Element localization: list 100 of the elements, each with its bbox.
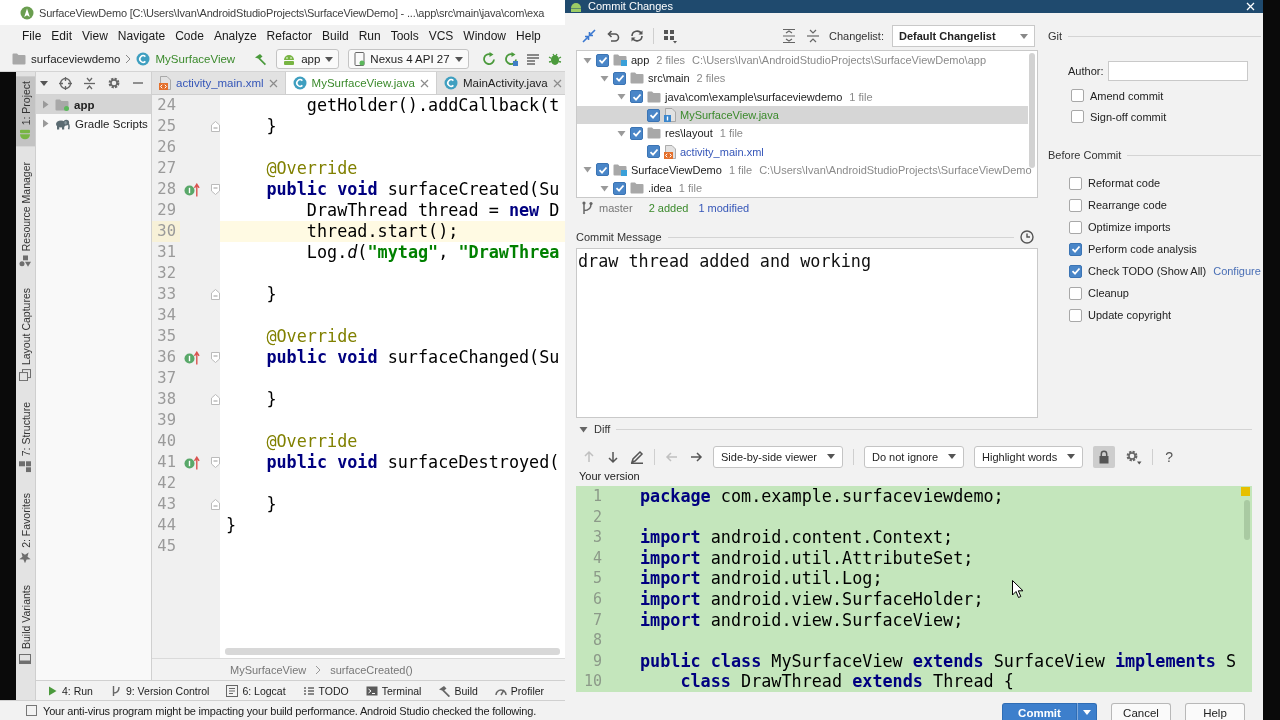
tree-item[interactable]: app: [36, 95, 151, 114]
breadcrumb[interactable]: MySurfaceView: [230, 663, 307, 676]
menu-item[interactable]: Navigate: [117, 29, 166, 43]
tool-window-tab[interactable]: 1: Project: [16, 76, 35, 147]
bug-icon[interactable]: [547, 52, 562, 66]
highlight-dropdown[interactable]: Highlight words: [974, 445, 1084, 468]
menu-item[interactable]: Edit: [51, 29, 73, 43]
tool-window-tab[interactable]: TODO: [302, 684, 349, 697]
circle-arrow-icon[interactable]: [184, 182, 200, 197]
option-label[interactable]: Perform code analysis: [1088, 243, 1197, 255]
circular-arrow-icon[interactable]: [503, 52, 518, 66]
option-label[interactable]: Optimize imports: [1088, 221, 1171, 233]
tool-window-tab[interactable]: 9: Version Control: [109, 684, 210, 697]
checkbox[interactable]: [1069, 242, 1082, 256]
editor-tab[interactable]: MySurfaceView.java: [285, 72, 437, 94]
commit-button[interactable]: Commit: [1002, 703, 1077, 720]
triangle-icon[interactable]: [579, 424, 588, 434]
circle-arrow-icon[interactable]: [184, 350, 200, 365]
lock-button[interactable]: [1093, 445, 1116, 468]
collapse-icon[interactable]: [83, 76, 96, 90]
fold-marker-icon[interactable]: [211, 121, 220, 132]
menu-item[interactable]: Analyze: [213, 29, 257, 43]
option-label[interactable]: Reformat code: [1088, 177, 1161, 189]
undo-icon[interactable]: [605, 28, 621, 44]
down-arrow-icon[interactable]: [606, 449, 620, 464]
commit-message-field[interactable]: draw thread added and working: [576, 248, 1038, 418]
caret-icon[interactable]: [40, 80, 48, 86]
section-label[interactable]: Diff: [594, 423, 611, 435]
tree-item[interactable]: app 2 files C:\Users\Ivan\AndroidStudioProjects\SurfaceViewDemo\app: [577, 51, 1028, 70]
checkbox[interactable]: [1069, 308, 1082, 322]
checkbox[interactable]: [596, 53, 609, 67]
scrollbar-thumb[interactable]: [1029, 53, 1035, 168]
checkbox[interactable]: [613, 181, 626, 195]
tool-window-tab[interactable]: Build: [438, 684, 478, 697]
checkbox[interactable]: [630, 90, 643, 104]
menu-item[interactable]: Build: [321, 29, 349, 43]
tool-window-tab[interactable]: Build Variants: [16, 579, 35, 670]
expand-all-icon[interactable]: [780, 28, 797, 44]
checkbox[interactable]: [1069, 220, 1082, 234]
tree-item[interactable]: Gradle Scripts: [36, 114, 151, 133]
triangle-icon[interactable]: [583, 55, 592, 65]
option-label[interactable]: Sign-off commit: [1090, 110, 1167, 123]
compare-arrows-icon[interactable]: [581, 28, 597, 44]
lines-icon[interactable]: [525, 52, 540, 66]
menu-item[interactable]: File: [22, 29, 42, 43]
tree-item[interactable]: src\main 2 files: [577, 69, 1028, 88]
menu-item[interactable]: Refactor: [266, 29, 312, 43]
menu-item[interactable]: Code: [175, 29, 204, 43]
tree-item[interactable]: activity_main.xml: [577, 142, 1028, 161]
run-config-dropdown[interactable]: app: [276, 49, 340, 69]
circle-arrow-icon[interactable]: [184, 455, 200, 470]
fold-marker-icon[interactable]: [211, 499, 220, 510]
scrollbar-thumb[interactable]: [225, 648, 560, 655]
triangle-icon[interactable]: [41, 119, 50, 128]
checkbox[interactable]: [647, 145, 660, 159]
device-dropdown[interactable]: Nexus 4 API 27: [348, 49, 469, 69]
target-icon[interactable]: [59, 76, 72, 90]
tree-item[interactable]: res\layout 1 file: [577, 124, 1028, 143]
commit-options-button[interactable]: [1077, 703, 1097, 720]
tool-window-tab[interactable]: 7: Structure: [16, 397, 35, 478]
author-field[interactable]: [1108, 61, 1249, 81]
option-label[interactable]: Amend commit: [1090, 89, 1164, 102]
triangle-icon[interactable]: [600, 73, 609, 83]
menu-item[interactable]: VCS: [428, 29, 454, 43]
fold-marker-icon[interactable]: [211, 289, 220, 300]
changelist-dropdown[interactable]: Default Changelist: [892, 25, 1035, 47]
tree-item[interactable]: .idea 1 file: [577, 179, 1028, 197]
added-count[interactable]: 2 added: [648, 202, 689, 214]
triangle-icon[interactable]: [600, 183, 609, 193]
menu-item[interactable]: Run: [358, 29, 381, 43]
tool-window-tab[interactable]: 2: Favorites: [16, 488, 35, 570]
option-label[interactable]: Check TODO (Show All): [1088, 265, 1207, 277]
fold-marker-icon[interactable]: [211, 352, 220, 363]
tool-window-tab[interactable]: 6: Logcat: [226, 684, 286, 697]
collapse-all-icon[interactable]: [804, 28, 821, 44]
triangle-icon[interactable]: [617, 92, 626, 102]
breadcrumb[interactable]: surfaceCreated(): [330, 663, 413, 676]
fold-marker-icon[interactable]: [211, 184, 220, 195]
option-label[interactable]: Rearrange code: [1088, 199, 1167, 211]
triangle-icon[interactable]: [617, 128, 626, 138]
tool-window-tab[interactable]: Resource Manager: [16, 157, 35, 273]
breadcrumb[interactable]: MySurfaceView: [155, 53, 236, 65]
hammer-icon[interactable]: [254, 52, 268, 66]
pencil-icon[interactable]: [630, 449, 644, 464]
checkbox[interactable]: [613, 71, 626, 85]
checkbox[interactable]: [647, 108, 660, 122]
grid-icon[interactable]: [662, 28, 678, 44]
checkbox[interactable]: [596, 163, 609, 177]
checkbox[interactable]: [1069, 176, 1082, 190]
gear-icon[interactable]: [107, 76, 121, 90]
checkbox[interactable]: [630, 126, 643, 140]
configure-link[interactable]: Configure: [1213, 265, 1261, 277]
fold-marker-icon[interactable]: [211, 394, 220, 405]
tool-window-tab[interactable]: Profiler: [494, 684, 545, 697]
menu-item[interactable]: Help: [516, 29, 541, 43]
right-arrow-icon[interactable]: [689, 449, 703, 464]
checkbox[interactable]: [1069, 286, 1082, 300]
option-label[interactable]: Update copyright: [1088, 309, 1172, 321]
breadcrumb[interactable]: surfaceviewdemo: [31, 53, 121, 65]
menu-item[interactable]: Window: [463, 29, 507, 43]
